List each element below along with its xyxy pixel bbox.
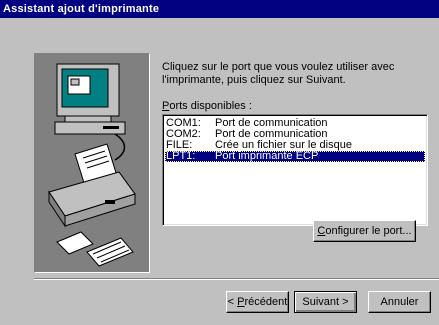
- ports-listbox[interactable]: COM1: Port de communication COM2: Port d…: [162, 114, 428, 226]
- port-name: LPT1:: [166, 150, 196, 162]
- instructions: Cliquez sur le port que vous voulez util…: [162, 61, 422, 87]
- next-label: Suivant >: [302, 296, 349, 308]
- cancel-button[interactable]: Annuler: [368, 291, 431, 313]
- instructions-line-2: l'imprimante, puis cliquez sur Suivant.: [162, 74, 346, 86]
- port-row-lpt1[interactable]: LPT1: Port imprimante ECP: [165, 151, 425, 162]
- configure-port-button[interactable]: Configurer le port...: [313, 220, 416, 242]
- wizard-body: Cliquez sur le port que vous voulez util…: [0, 18, 439, 325]
- ports-label: Ports disponibles :: [162, 100, 252, 112]
- separator: [34, 278, 439, 280]
- port-description: Port imprimante ECP: [215, 150, 319, 162]
- next-button[interactable]: Suivant >: [294, 291, 357, 313]
- ports-label-text: orts disponibles :: [169, 100, 252, 112]
- window-title: Assistant ajout d'imprimante: [3, 3, 160, 15]
- back-prefix: <: [227, 296, 238, 308]
- instructions-line-1: Cliquez sur le port que vous voulez util…: [162, 61, 395, 73]
- title-bar: Assistant ajout d'imprimante: [0, 0, 439, 18]
- cancel-label: Annuler: [380, 296, 419, 308]
- computer-printer-wizard-icon: [34, 53, 150, 273]
- back-button[interactable]: < Précédent: [226, 291, 289, 313]
- configure-label: onfigurer le port...: [325, 225, 412, 237]
- back-label: récédent: [244, 296, 288, 308]
- back-accelerator: P: [237, 296, 245, 308]
